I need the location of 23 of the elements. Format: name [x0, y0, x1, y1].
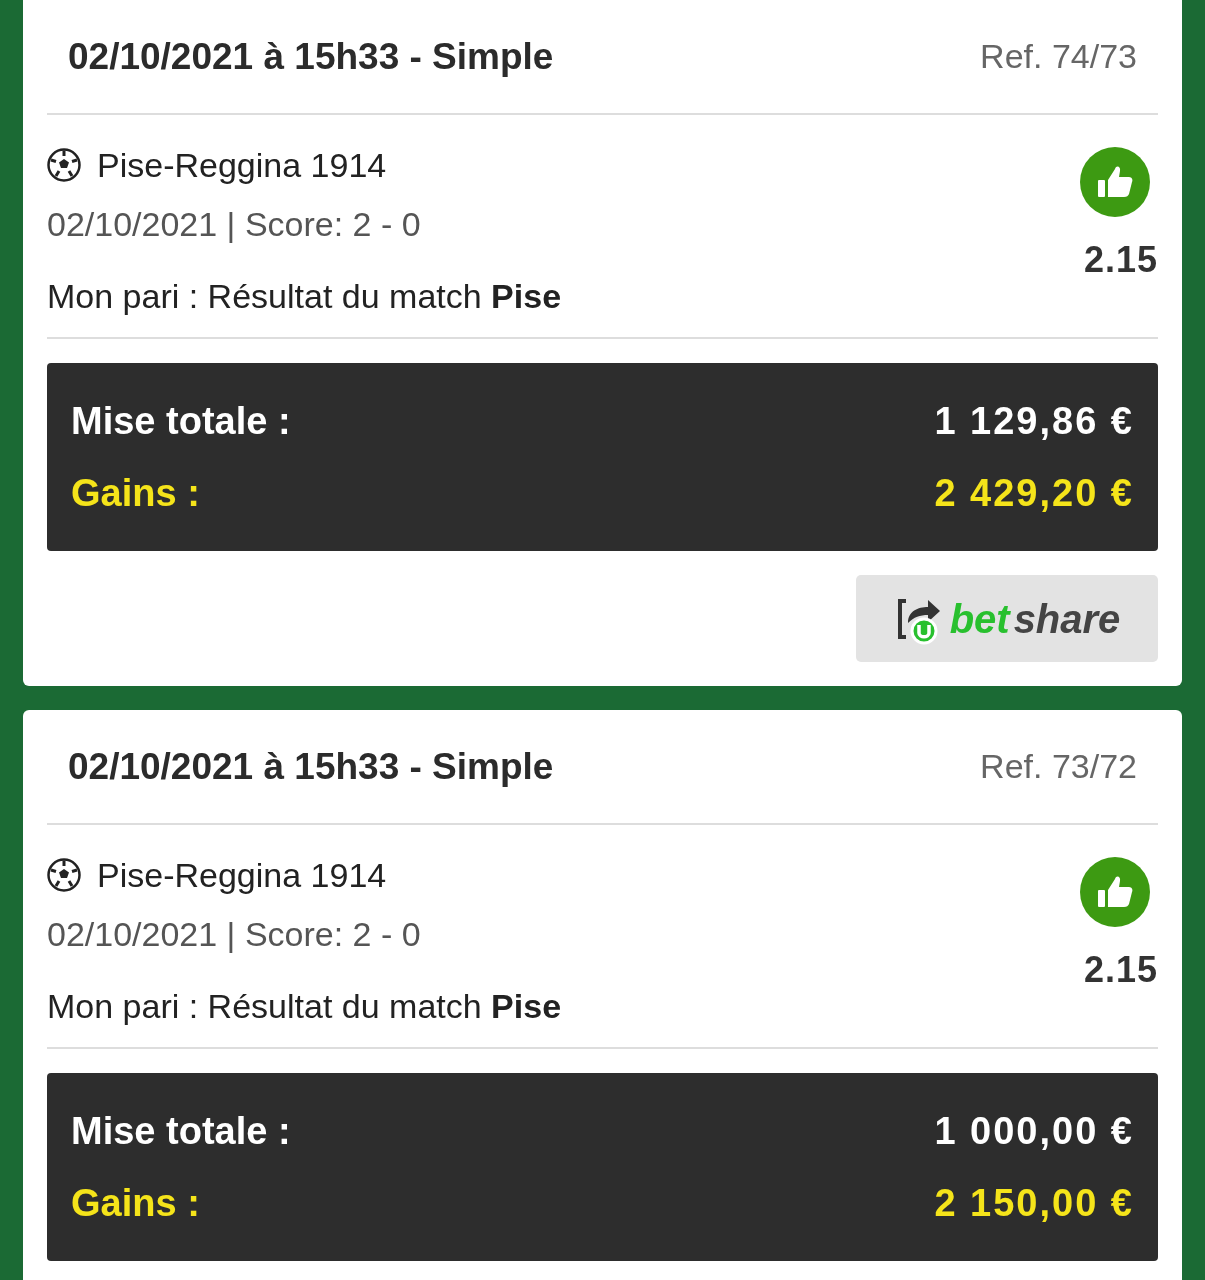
soccer-ball-icon — [47, 858, 81, 892]
stake-label: Mise totale : — [71, 399, 291, 444]
gains-label: Gains : — [71, 471, 200, 516]
match-name: Pise-Reggina 1914 — [97, 855, 387, 896]
bet-title: 02/10/2021 à 15h33 - Simple — [68, 34, 554, 79]
stake-amount: 1 000,00 € — [934, 1109, 1134, 1154]
bet-title: 02/10/2021 à 15h33 - Simple — [68, 744, 554, 789]
match-details: 02/10/2021 | Score: 2 - 0 — [47, 204, 422, 245]
odds-value: 2.15 — [1083, 948, 1158, 992]
odds-value: 2.15 — [1083, 238, 1158, 282]
bet-reference: Ref. 74/73 — [980, 36, 1137, 77]
bet-selection: Mon pari : Résultat du match Pise — [47, 986, 562, 1027]
bet-reference: Ref. 73/72 — [980, 746, 1137, 787]
gains-amount: 2 429,20 € — [934, 471, 1134, 516]
stake-label: Mise totale : — [71, 1109, 291, 1154]
bet-selection: Mon pari : Résultat du match Pise — [47, 276, 562, 317]
gains-label: Gains : — [71, 1181, 200, 1226]
gains-amount: 2 150,00 € — [934, 1181, 1134, 1226]
betshare-button[interactable]: betshare — [856, 575, 1158, 662]
match-details: 02/10/2021 | Score: 2 - 0 — [47, 914, 422, 955]
stake-amount: 1 129,86 € — [934, 399, 1134, 444]
soccer-ball-icon — [47, 148, 81, 182]
match-name: Pise-Reggina 1914 — [97, 145, 387, 186]
